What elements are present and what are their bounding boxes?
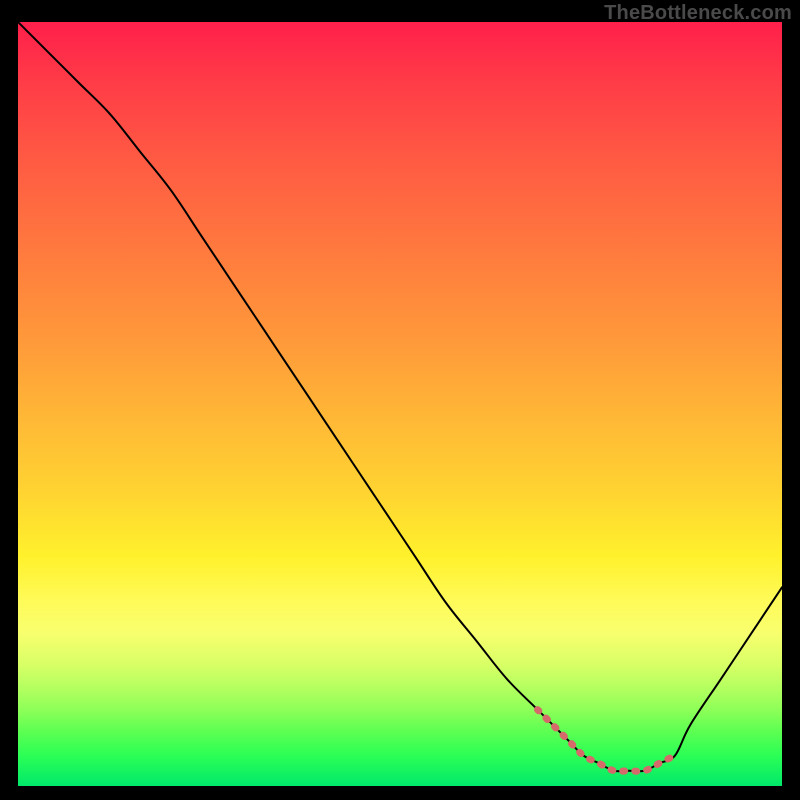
bottleneck-curve (18, 22, 782, 771)
chart-frame: TheBottleneck.com (0, 0, 800, 800)
frame-border (782, 0, 800, 800)
highlight-segment (538, 710, 676, 772)
frame-border (0, 0, 18, 800)
chart-curve-layer (18, 22, 782, 786)
attribution-text: TheBottleneck.com (604, 2, 792, 25)
frame-border (0, 786, 800, 800)
